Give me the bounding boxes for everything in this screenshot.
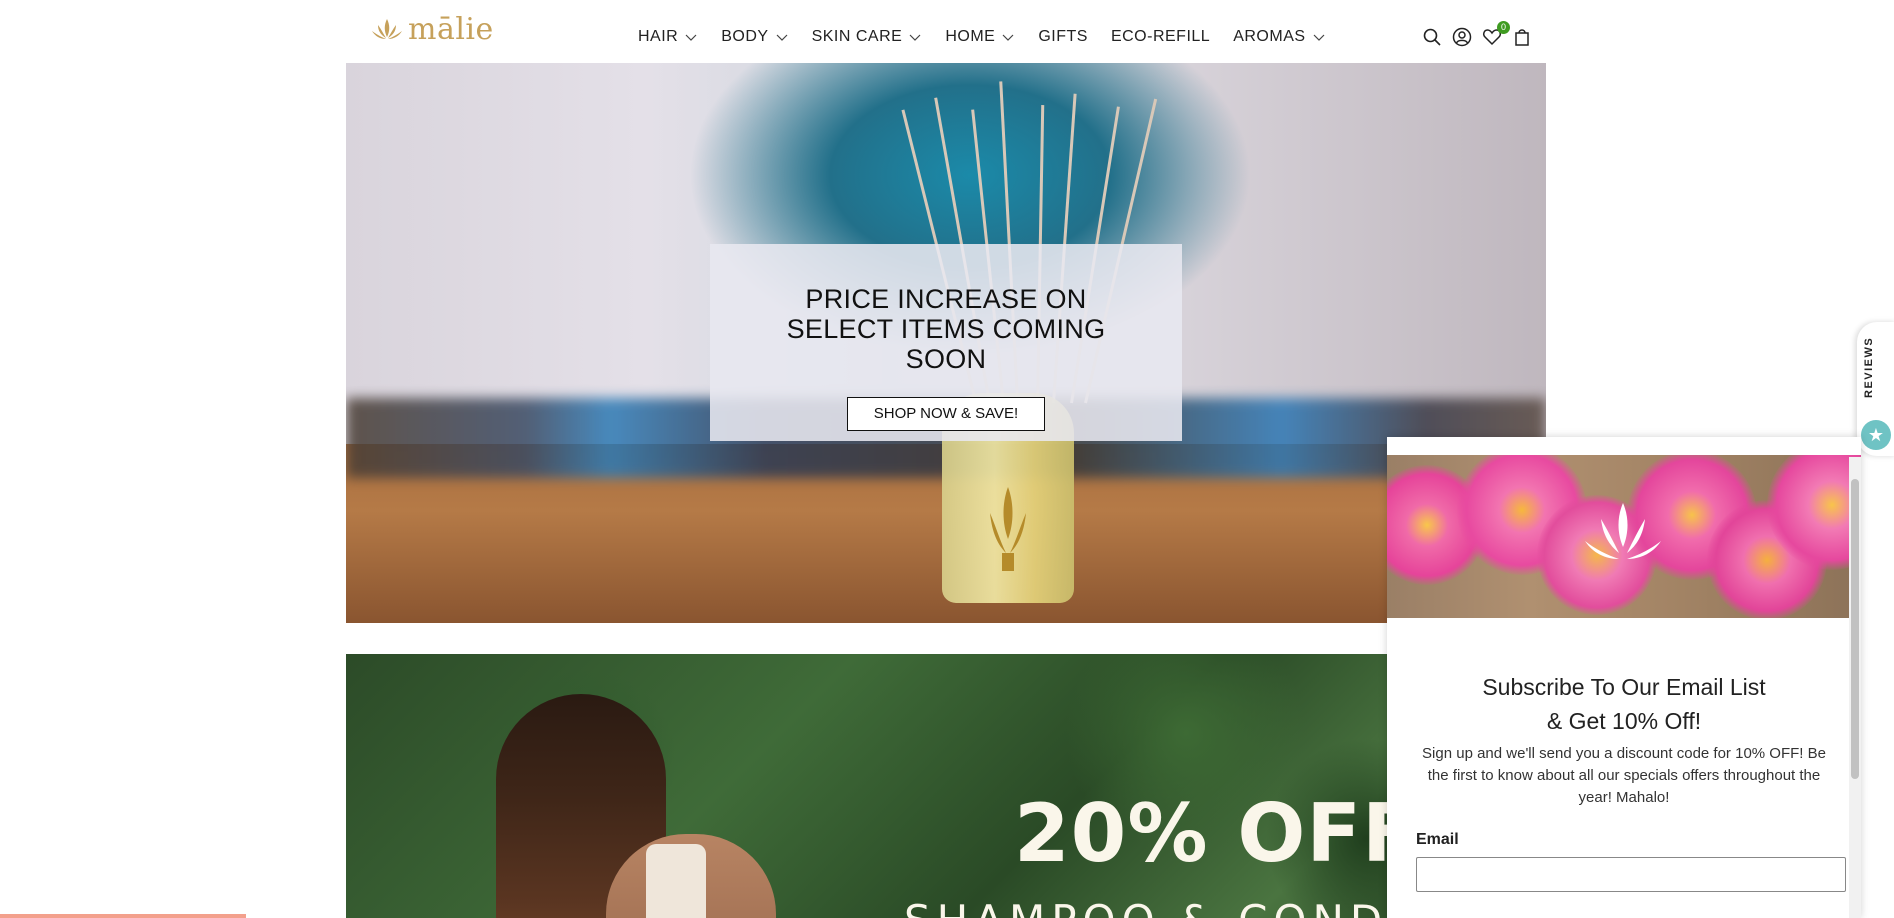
cart-icon	[1515, 29, 1529, 46]
logo[interactable]: mālie	[370, 15, 494, 45]
promo-box: PRICE INCREASE ON SELECT ITEMS COMING SO…	[710, 244, 1182, 441]
reviews-tab[interactable]: REVIEWS ★	[1857, 322, 1894, 456]
wishlist-button[interactable]: 0	[1482, 21, 1510, 47]
plumeria-banner-image	[1387, 455, 1861, 618]
search-icon	[1423, 28, 1441, 46]
nav-label: ECO-REFILL	[1110, 28, 1211, 45]
popup-scrollbar[interactable]	[1849, 457, 1861, 918]
scrollbar-thumb[interactable]	[1851, 479, 1859, 779]
nav-label: HAIR	[638, 28, 679, 45]
account-icon	[1452, 27, 1472, 47]
chevron-down-icon	[1313, 34, 1324, 41]
popup-title-line1: Subscribe To Our Email List	[1482, 674, 1766, 700]
malie-emblem-icon	[1585, 503, 1661, 559]
nav-item-eco-refill[interactable]: ECO-REFILL	[1111, 26, 1210, 48]
chevron-down-icon	[685, 34, 697, 41]
nav-item-home[interactable]: HOME	[945, 26, 1015, 48]
account-button[interactable]	[1452, 27, 1472, 47]
nav-item-aromas[interactable]: AROMAS	[1233, 26, 1325, 48]
hero-banner-price-increase[interactable]: PRICE INCREASE ON SELECT ITEMS COMING SO…	[346, 63, 1546, 623]
star-icon: ★	[1861, 420, 1891, 450]
nav-label: BODY	[721, 28, 769, 45]
email-label: Email	[1416, 831, 1459, 848]
chevron-down-icon	[1002, 34, 1014, 41]
main-nav: HAIR BODY SKIN CARE HOME GIFTS ECO-REFIL…	[638, 26, 1349, 48]
reviews-label: REVIEWS	[1863, 336, 1875, 398]
nav-label: SKIN CARE	[811, 28, 903, 45]
email-signup-popup: Subscribe To Our Email List & Get 10% Of…	[1387, 437, 1861, 918]
search-button[interactable]	[1422, 27, 1442, 47]
wishlist-count-badge: 0	[1497, 21, 1510, 34]
popup-title: Subscribe To Our Email List & Get 10% Of…	[1387, 670, 1861, 738]
chevron-down-icon	[909, 34, 921, 41]
bottom-left-bar	[0, 914, 246, 918]
popup-description: Sign up and we'll send you a discount co…	[1422, 745, 1826, 806]
email-input[interactable]	[1416, 857, 1846, 892]
nav-label: GIFTS	[1038, 28, 1088, 45]
model-top	[646, 844, 706, 918]
sale-title: 20% OFF	[1014, 787, 1418, 880]
nav-label: AROMAS	[1233, 28, 1306, 45]
header-icons: 0	[1422, 21, 1532, 47]
cart-button[interactable]	[1512, 27, 1532, 47]
nav-item-body[interactable]: BODY	[721, 26, 788, 48]
logo-text: mālie	[408, 12, 494, 47]
site-header: mālie HAIR BODY SKIN CARE HOME GIFTS ECO…	[346, 0, 1546, 63]
nav-label: HOME	[945, 28, 996, 45]
popup-title-line2: & Get 10% Off!	[1546, 708, 1702, 734]
promo-title: PRICE INCREASE ON SELECT ITEMS COMING SO…	[786, 284, 1106, 374]
nav-item-gifts[interactable]: GIFTS	[1038, 26, 1088, 48]
nav-item-skin-care[interactable]: SKIN CARE	[812, 26, 923, 48]
hero-banner-sale[interactable]: 20% OFF SHAMPOO & CONDITIONER	[346, 654, 1546, 918]
malie-emblem-icon	[990, 487, 1026, 571]
chevron-down-icon	[776, 34, 788, 41]
lotus-icon	[372, 19, 402, 39]
nav-item-hair[interactable]: HAIR	[638, 26, 698, 48]
shop-now-button[interactable]: SHOP NOW & SAVE!	[847, 397, 1045, 431]
